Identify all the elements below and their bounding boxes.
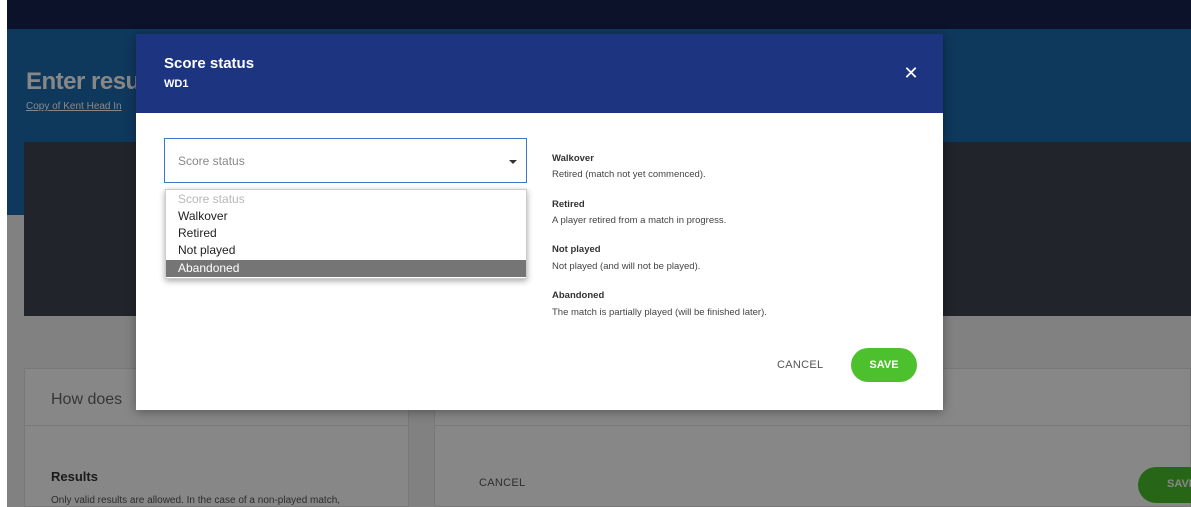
score-status-options: Score status Walkover Retired Not played… [165,189,527,279]
info-desc-not-played: Not played (and will not be played). [552,261,701,272]
option-not-played[interactable]: Not played [166,242,526,259]
option-retired[interactable]: Retired [166,225,526,242]
select-value: Score status [178,154,245,168]
close-icon[interactable]: ✕ [900,62,922,84]
info-desc-walkover: Retired (match not yet commenced). [552,169,706,180]
info-desc-retired: A player retired from a match in progres… [552,215,727,226]
score-status-select[interactable]: Score status [164,138,527,183]
save-button[interactable]: SAVE [851,348,917,382]
cancel-button[interactable]: CANCEL [777,359,823,371]
option-placeholder[interactable]: Score status [166,191,526,208]
info-title-walkover: Walkover [552,153,594,164]
info-title-abandoned: Abandoned [552,290,605,301]
dialog-subtitle: WD1 [164,78,189,90]
option-walkover[interactable]: Walkover [166,208,526,225]
option-abandoned[interactable]: Abandoned [166,260,526,277]
dialog-header: Score status WD1 ✕ [136,34,943,113]
dialog-title: Score status [164,55,255,72]
info-desc-abandoned: The match is partially played (will be f… [552,307,767,318]
caret-down-icon [509,160,517,164]
page-edge [0,0,7,507]
info-title-not-played: Not played [552,244,601,255]
info-title-retired: Retired [552,199,585,210]
score-status-dialog: Score status WD1 ✕ Score status Score st… [136,34,943,410]
